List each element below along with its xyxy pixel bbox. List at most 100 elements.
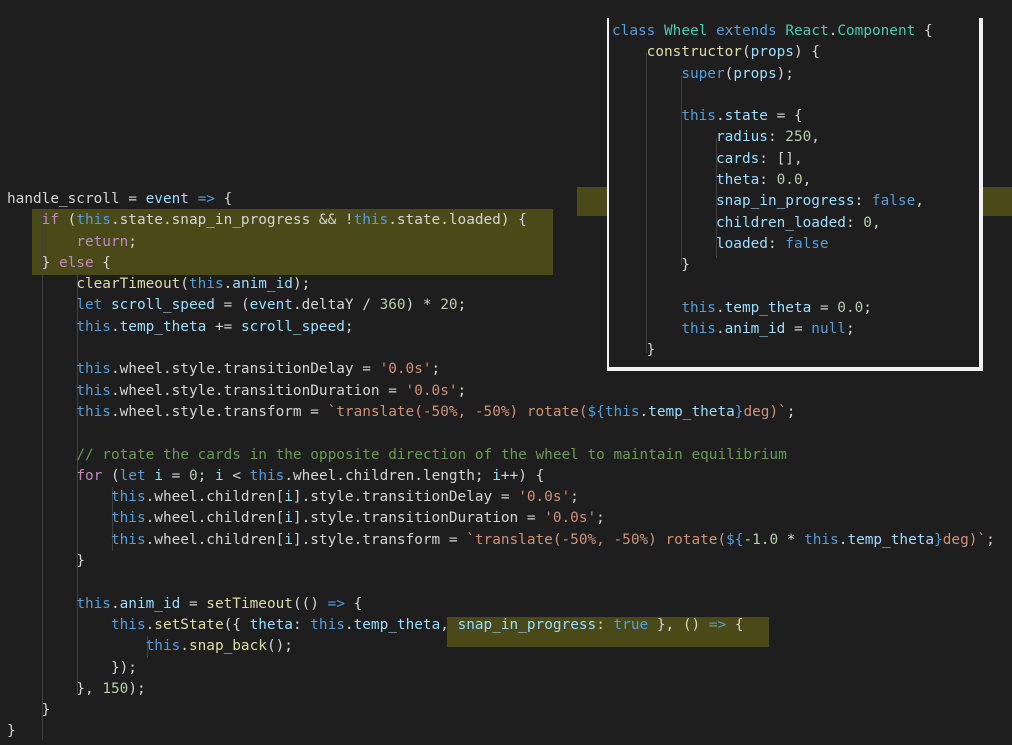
code-line: this.setState({ theta: this.temp_theta, … [7, 615, 995, 636]
code-token: 0 [188, 467, 198, 484]
code-token: ; [431, 361, 441, 378]
panel-code-line: } [612, 255, 933, 276]
code-token: i [154, 467, 163, 484]
code-line: this.snap_back(); [7, 636, 995, 657]
code-token: ( [741, 44, 751, 61]
code-token: . [715, 321, 725, 338]
code-token: ); [776, 65, 794, 82]
code-token: .state.loaded) { [388, 212, 527, 229]
code-line: }); [7, 658, 995, 679]
code-token: this [604, 403, 640, 420]
code-token: -1.0 [743, 531, 779, 548]
code-token: , [811, 129, 820, 146]
code-token: ({ [223, 616, 250, 633]
code-token: return [76, 233, 129, 250]
code-token: '0.0s' [544, 510, 597, 527]
code-token: Wheel [664, 23, 708, 39]
code-token: setTimeout [206, 595, 293, 612]
code-token: this [249, 467, 285, 484]
panel-code-line: super(props); [612, 64, 933, 85]
code-token: children_loaded [715, 214, 846, 231]
code-token: => [708, 616, 727, 633]
code-token: .wheel.children.length; [284, 467, 493, 484]
code-token: }, [7, 680, 103, 697]
code-token: Component [837, 23, 916, 39]
code-token: = [180, 595, 207, 612]
code-token: 250 [785, 129, 812, 146]
code-token: ; [570, 489, 579, 506]
panel-code-line: children_loaded: 0, [612, 213, 933, 234]
code-token: ${ [587, 403, 605, 420]
code-token: .wheel.style.transform = [110, 403, 328, 420]
code-token: state [724, 108, 768, 125]
code-token: .state.snap_in_progress && ! [110, 212, 354, 229]
code-token: => [327, 595, 345, 612]
code-token: .wheel.children[ [145, 510, 285, 527]
code-token: . [715, 299, 725, 316]
code-token: ].style.transform = [292, 531, 467, 548]
panel-code-line [612, 277, 933, 298]
code-token: event [145, 191, 189, 207]
code-token: ; [457, 382, 467, 399]
code-line: this.wheel.children[i].style.transform =… [7, 530, 995, 551]
code-token: i [284, 531, 293, 548]
code-line: } [7, 551, 995, 572]
code-token: '0.0s' [405, 382, 458, 399]
code-token: snap_in_progress [457, 616, 597, 633]
code-token: } [7, 702, 51, 719]
code-token: } [612, 342, 656, 359]
code-token: anim_id [724, 321, 786, 338]
code-line: // rotate the cards in the opposite dire… [7, 445, 995, 466]
code-token: : [596, 616, 614, 633]
code-token: , [915, 193, 924, 210]
code-token: temp_theta [119, 318, 207, 335]
code-token: theta [715, 172, 760, 189]
code-token: scroll_speed [240, 318, 345, 335]
code-token: ; [344, 318, 354, 335]
panel-code-line: theta: 0.0, [612, 170, 933, 191]
code-token: 360 [379, 297, 406, 314]
panel-code-line: this.anim_id = null; [612, 319, 933, 340]
code-token: let [119, 467, 146, 484]
code-token: ; [986, 531, 995, 548]
code-token: this [188, 276, 224, 293]
class-definition-panel: class Wheel extends React.Component { co… [607, 18, 983, 371]
code-line: this.wheel.style.transform = `translate(… [7, 402, 995, 423]
code-token: ; [596, 510, 605, 527]
code-token: this [76, 361, 111, 378]
code-token: super [681, 65, 725, 82]
code-token: ; [845, 321, 855, 338]
code-token: 0 [863, 214, 872, 231]
code-token: : [292, 616, 311, 633]
code-line: }, 150); [7, 679, 995, 700]
code-token: 150 [102, 680, 129, 697]
code-token: cards [715, 150, 760, 167]
code-token: .wheel.style.transitionDelay = [110, 361, 380, 378]
code-token: this [76, 318, 111, 335]
code-token: , [871, 214, 881, 231]
code-token: += [206, 318, 241, 335]
code-token: anim_id [119, 595, 181, 612]
code-token: else [58, 254, 94, 271]
code-line: } [7, 700, 995, 721]
panel-code-line [612, 85, 933, 106]
code-token: . [110, 318, 120, 335]
code-token: { [93, 254, 111, 271]
code-token: this [310, 616, 345, 633]
code-token: this [110, 510, 146, 527]
code-token: deg)` [942, 531, 987, 548]
code-token: (); [266, 638, 293, 655]
